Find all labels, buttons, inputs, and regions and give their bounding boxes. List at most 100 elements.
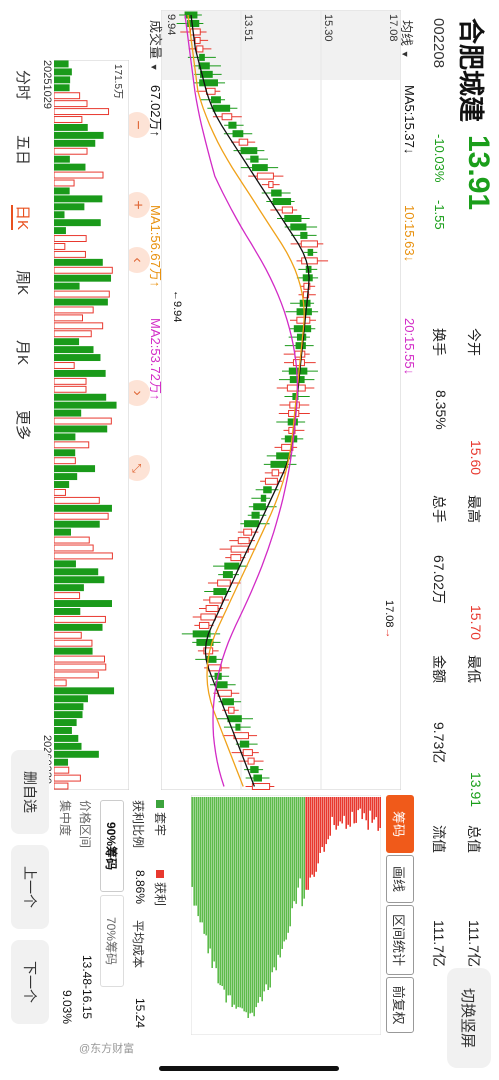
restore-button[interactable]: 前复权 xyxy=(386,977,414,1033)
chip-bar xyxy=(219,797,221,986)
chip-bar xyxy=(271,797,273,973)
candle-body xyxy=(200,613,216,621)
volume-bar xyxy=(54,179,75,187)
volume-bar xyxy=(54,703,84,711)
chip-bar xyxy=(221,797,223,987)
candle-body xyxy=(299,299,311,307)
delete-watchlist-button[interactable]: 删自选 xyxy=(11,750,49,834)
volume-bar xyxy=(54,187,70,195)
draw-button[interactable]: 画线 xyxy=(386,855,414,903)
candle-body xyxy=(222,698,234,706)
candle-body xyxy=(217,689,232,697)
candle-body xyxy=(286,384,306,392)
chip-bar xyxy=(203,797,205,934)
volume-bar xyxy=(54,663,107,671)
chip-bar xyxy=(251,797,253,1013)
candle-body xyxy=(271,469,280,477)
chip-bar xyxy=(191,797,193,887)
chips-label: 筹码 xyxy=(391,810,407,837)
volume-bar xyxy=(54,560,76,568)
candle-body xyxy=(228,121,237,129)
chip-bar xyxy=(199,797,201,923)
candle-body xyxy=(198,621,210,629)
chip-bar xyxy=(225,797,227,1003)
next-stock-label: 下一个 xyxy=(22,961,38,1003)
chip-bar xyxy=(269,797,271,988)
vol-type-selector[interactable]: 成交量 ▼ xyxy=(147,20,166,72)
turnover-label: 换手 xyxy=(431,328,447,356)
volume-bar xyxy=(54,433,76,441)
volume-bar xyxy=(54,195,103,203)
volume-bar xyxy=(54,100,88,108)
chip-bar xyxy=(235,797,237,1009)
candle-body xyxy=(288,409,300,417)
chip-bar xyxy=(337,797,339,826)
candle-body xyxy=(232,130,244,138)
legend-loss-swatch xyxy=(156,800,164,808)
range-stat-button[interactable]: 区间统计 xyxy=(386,905,414,975)
chip-bar xyxy=(211,797,213,968)
volume-bar xyxy=(54,631,82,639)
chip-bar xyxy=(373,797,375,820)
chips-90-button[interactable]: 90%筹码 xyxy=(100,800,124,892)
chip-bar xyxy=(325,797,327,845)
chip-bar xyxy=(329,797,331,836)
volume-bar xyxy=(54,592,81,600)
chip-bar xyxy=(359,797,361,809)
volume-bar xyxy=(54,171,104,179)
chip-bar xyxy=(351,797,353,812)
candle-body xyxy=(210,96,221,104)
candle-body xyxy=(284,214,302,222)
chip-bar xyxy=(289,797,291,927)
chip-bar xyxy=(341,797,343,824)
range-value: 13.48-16.15 xyxy=(80,955,94,1020)
candle-body xyxy=(213,588,227,596)
kline-chart[interactable] xyxy=(161,10,401,790)
volume-bar xyxy=(54,623,103,631)
volume-bar xyxy=(54,330,92,338)
tab-fenshi[interactable]: 分时 xyxy=(13,70,34,100)
next-stock-button[interactable]: 下一个 xyxy=(11,940,49,1024)
candle-body xyxy=(272,198,292,206)
volume-bar xyxy=(54,766,70,774)
float-value-label: 流值 xyxy=(431,825,447,853)
volume-bar xyxy=(54,528,71,536)
candle-body xyxy=(250,766,259,774)
chip-bar xyxy=(245,797,247,1013)
volume-label: 总手 xyxy=(431,495,447,523)
volume-bar xyxy=(54,465,96,473)
tab-more[interactable]: 更多 xyxy=(13,410,34,440)
chip-bar xyxy=(281,797,283,949)
chip-bar xyxy=(315,797,317,872)
volume-bar xyxy=(54,243,66,250)
chip-bar xyxy=(331,797,333,817)
volume-bar xyxy=(54,750,99,758)
candle-body xyxy=(222,571,233,579)
tab-zhouk[interactable]: 周K xyxy=(13,270,34,295)
volume-bar xyxy=(54,727,72,734)
chip-bar xyxy=(213,797,215,962)
candle-body xyxy=(289,401,300,409)
stock-price: 13.91 xyxy=(462,135,495,211)
volume-bar xyxy=(54,441,90,449)
home-indicator xyxy=(159,1066,339,1071)
chips-70-button[interactable]: 70%筹码 xyxy=(100,895,124,987)
volume-chart xyxy=(54,60,129,790)
prev-stock-button[interactable]: 上一个 xyxy=(11,845,49,929)
volume-bar xyxy=(54,679,67,687)
chips-button[interactable]: 筹码 xyxy=(386,795,414,853)
switch-portrait-button[interactable]: 切换竖屏 xyxy=(447,968,491,1068)
candle-body xyxy=(205,604,219,612)
ma10-value: 10:15.63↓ xyxy=(402,205,417,263)
tab-wuri[interactable]: 五日 xyxy=(13,135,34,165)
volume-bar xyxy=(54,496,100,504)
chip-bar xyxy=(265,797,267,985)
candle-body xyxy=(253,503,266,511)
tab-rik[interactable]: 日K xyxy=(11,205,34,231)
stock-name: 合肥城建 xyxy=(456,18,486,123)
tab-yuek[interactable]: 月K xyxy=(13,340,34,365)
vol-ma1: MA1:56.67万↑ xyxy=(148,205,163,288)
chips-70-label: 70%筹码 xyxy=(104,916,119,966)
volume-bar xyxy=(54,298,108,306)
candle-body xyxy=(238,138,249,146)
